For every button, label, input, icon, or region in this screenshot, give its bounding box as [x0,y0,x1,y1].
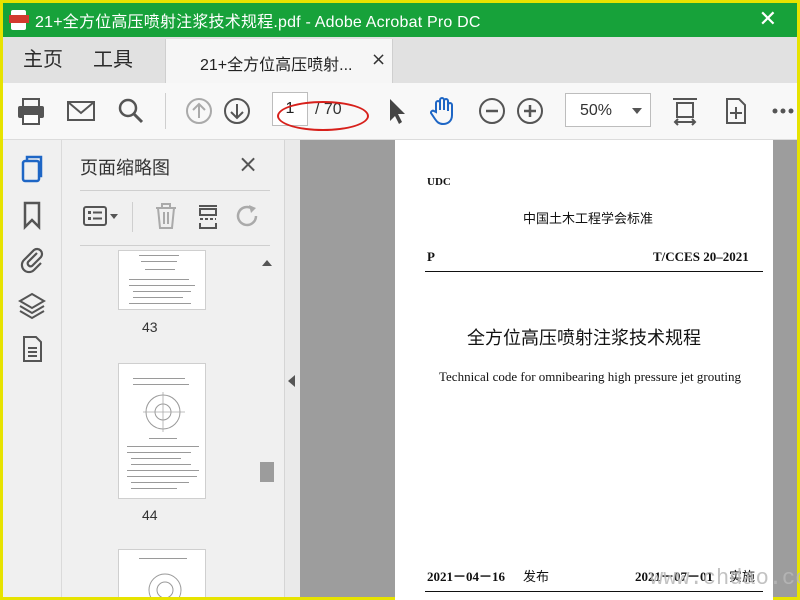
issue-date: 2021－04－16 [427,569,506,584]
insert-page-icon[interactable] [192,200,224,232]
panel-separator [80,245,270,246]
zoom-in-icon[interactable] [514,95,546,127]
bookmark-icon[interactable] [17,200,47,231]
document-tab-label: 21+全方位高压喷射... [200,57,353,74]
panel-separator [80,190,270,191]
select-cursor-icon[interactable] [381,95,413,127]
scrollbar-thumb[interactable] [260,462,274,482]
page-thumbnail[interactable] [118,363,206,499]
attachment-icon[interactable] [17,244,47,274]
zoom-value: 50% [580,102,613,119]
collapse-arrow-icon[interactable] [288,375,295,387]
red-annotation-ellipse [277,101,369,131]
panel-title: 页面缩略图 [80,158,170,178]
more-icon[interactable] [767,95,799,127]
header-rule [425,271,763,272]
tab-bar: 主页 工具 21+全方位高压喷射... × [3,37,797,83]
tab-tools[interactable]: 工具 [77,37,149,83]
issue-label: 发布 [523,570,550,585]
thumbnail-page-number: 43 [142,319,158,335]
thumbnails-panel: 页面缩略图 × 43 44 [62,140,284,597]
panel-collapse-handle[interactable] [284,140,301,597]
pdf-page[interactable]: UDC 中国土木工程学会标准 P T/CCES 20–2021 全方位高压喷射注… [395,140,773,600]
classification-letter: P [427,249,435,264]
email-icon[interactable] [65,95,97,127]
print-icon[interactable] [15,95,47,127]
document-properties-icon[interactable] [17,334,47,364]
prev-page-icon[interactable] [183,95,215,127]
tab-document[interactable]: 21+全方位高压喷射... × [165,39,393,83]
rotate-view-icon[interactable] [719,95,751,127]
org-standard-label: 中国土木工程学会标准 [523,212,654,227]
fit-page-icon[interactable] [669,95,701,127]
rotate-page-icon[interactable] [232,200,264,232]
panel-close-button[interactable]: × [238,150,258,178]
document-title-en: Technical code for omnibearing high pres… [439,369,741,384]
hand-icon[interactable] [427,95,459,127]
toolbar-separator [165,93,166,129]
panel-toolbar-separator [132,202,133,232]
standard-code: T/CCES 20–2021 [653,249,749,264]
window-close-button[interactable]: ✕ [759,7,777,32]
document-title-cn: 全方位高压喷射注浆技术规程 [467,328,701,349]
delete-page-icon[interactable] [150,200,182,232]
scroll-up-arrow-icon[interactable] [262,260,272,266]
site-watermark: www.chdao.co [650,566,800,591]
main-toolbar: 1 / 70 50% [3,83,797,140]
thumbnail-scrollbar[interactable] [258,250,274,597]
layers-icon[interactable] [17,290,47,320]
page-thumbnail[interactable] [118,250,206,310]
thumbnail-options-icon[interactable] [82,200,122,232]
zoom-out-icon[interactable] [476,95,508,127]
search-icon[interactable] [115,95,147,127]
acrobat-app-icon [9,9,29,31]
footer-rule [425,591,763,592]
document-tab-close-button[interactable]: × [371,49,386,70]
tab-home[interactable]: 主页 [7,37,79,83]
page-thumbnails-icon[interactable] [17,154,47,184]
next-page-icon[interactable] [221,95,253,127]
udc-label: UDC [427,176,451,188]
zoom-select[interactable]: 50% [565,93,651,127]
page-thumbnail[interactable] [118,549,206,597]
thumbnail-page-number: 44 [142,507,158,523]
chevron-down-icon [632,108,642,114]
window-title: 21+全方位高压喷射注浆技术规程.pdf - Adobe Acrobat Pro… [35,14,481,31]
title-bar: 21+全方位高压喷射注浆技术规程.pdf - Adobe Acrobat Pro… [3,3,797,37]
left-navigation-rail [3,140,62,597]
